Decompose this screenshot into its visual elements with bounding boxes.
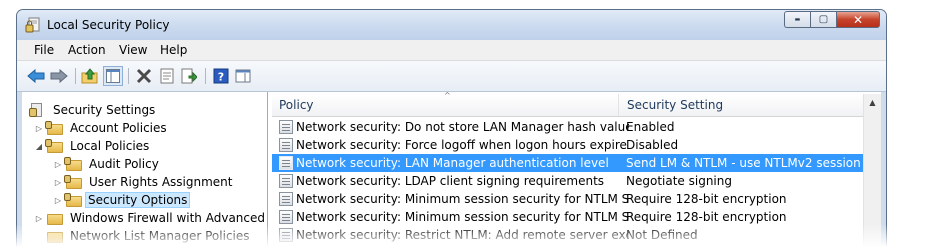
tree-item-label: Security Options — [85, 192, 191, 208]
menu-help[interactable]: Help — [160, 43, 187, 57]
security-setting-value: Require 128-bit encryption — [626, 192, 787, 206]
column-header-policy[interactable]: ^ Policy — [272, 92, 619, 116]
console-tree: Security Settings ▷ Account Policies ◢ L… — [22, 92, 268, 250]
policy-name: Network security: Restrict NTLM: Add rem… — [296, 228, 629, 242]
close-icon: ✕ — [852, 12, 864, 27]
table-row[interactable]: Network security: Minimum session securi… — [272, 208, 864, 226]
forward-arrow-icon[interactable] — [50, 67, 68, 85]
security-setting-value: Require 128-bit encryption — [626, 210, 787, 224]
menu-view[interactable]: View — [119, 43, 147, 57]
policy-icon — [279, 120, 293, 134]
tree-item-label: Account Policies — [70, 121, 167, 135]
toolbar-separator — [75, 68, 76, 84]
content-area: Security Settings ▷ Account Policies ◢ L… — [22, 92, 881, 250]
security-setting-value: Enabled — [626, 120, 675, 134]
tree-item-network-list-manager[interactable]: Network List Manager Policies — [34, 227, 254, 245]
expand-arrow-icon[interactable]: ▷ — [34, 124, 44, 133]
menu-bar: File Action View Help — [17, 40, 886, 61]
policy-name: Network security: LDAP client signing re… — [296, 174, 605, 188]
tree-item-label: Security Settings — [53, 103, 156, 117]
policy-icon — [279, 210, 293, 224]
policy-icon — [279, 192, 293, 206]
locked-folder-icon — [64, 156, 82, 171]
security-setting-value: Negotiate signing — [626, 174, 732, 188]
tree-item-security-settings[interactable]: Security Settings — [29, 101, 159, 119]
policy-name: Network security: Do not store LAN Manag… — [296, 120, 629, 134]
folder-icon — [47, 212, 63, 225]
policy-name: Network security: Force logoff when logo… — [296, 138, 627, 152]
policy-icon — [279, 174, 293, 188]
toolbar-separator — [128, 68, 129, 84]
table-row[interactable]: Network security: Do not store LAN Manag… — [272, 118, 864, 136]
table-row-selected[interactable]: Network security: LAN Manager authentica… — [272, 154, 864, 172]
expand-arrow-icon[interactable]: ▷ — [53, 178, 63, 187]
action-pane-icon[interactable] — [234, 67, 252, 85]
up-folder-icon[interactable] — [81, 67, 99, 85]
tree-item-label: User Rights Assignment — [89, 175, 233, 189]
delete-icon[interactable] — [135, 67, 153, 85]
policy-icon — [279, 138, 293, 152]
help-icon[interactable]: ? — [212, 67, 230, 85]
window-title: Local Security Policy — [47, 18, 170, 32]
security-setting-value: Send LM & NTLM - use NTLMv2 session sec — [626, 156, 864, 170]
tree-item-label: Local Policies — [70, 139, 150, 153]
tree-item-label: Network List Manager Policies — [70, 229, 250, 243]
security-settings-icon — [29, 102, 45, 118]
minimize-icon: ▬ — [794, 16, 801, 23]
show-hide-tree-icon[interactable] — [103, 66, 123, 86]
toolbar: ? — [17, 61, 886, 92]
column-header-label: Security Setting — [627, 98, 724, 112]
expand-arrow-icon[interactable]: ▷ — [53, 196, 63, 205]
properties-icon[interactable] — [158, 67, 176, 85]
table-row[interactable]: Network security: LDAP client signing re… — [272, 172, 864, 190]
window-controls: ▬ ▢ ✕ — [784, 11, 880, 29]
table-row[interactable]: Network security: Minimum session securi… — [272, 190, 864, 208]
folder-icon — [47, 230, 63, 243]
export-list-icon[interactable] — [180, 67, 198, 85]
svg-text:?: ? — [218, 71, 224, 84]
main-window: Local Security Policy ▬ ▢ ✕ File Action … — [16, 9, 887, 250]
minimize-button[interactable]: ▬ — [784, 11, 810, 28]
expand-arrow-icon[interactable]: ▷ — [34, 214, 44, 223]
maximize-icon: ▢ — [818, 14, 829, 25]
locked-folder-icon — [64, 174, 82, 189]
back-arrow-icon[interactable] — [27, 67, 45, 85]
locked-folder-icon — [45, 138, 63, 153]
policy-icon — [279, 228, 293, 242]
tree-item-user-rights-assignment[interactable]: ▷ User Rights Assignment — [53, 173, 236, 191]
tree-item-local-policies[interactable]: ◢ Local Policies — [34, 137, 153, 155]
column-header-label: Policy — [279, 98, 314, 112]
policy-name: Network security: LAN Manager authentica… — [296, 156, 609, 170]
sort-ascending-icon: ^ — [444, 92, 451, 100]
close-button[interactable]: ✕ — [836, 11, 880, 28]
policy-list: ^ Policy Security Setting Network securi… — [272, 92, 881, 250]
menu-action[interactable]: Action — [68, 43, 106, 57]
security-setting-value: Disabled — [626, 138, 679, 152]
menu-file[interactable]: File — [34, 43, 54, 57]
vertical-scrollbar[interactable]: ▲ — [863, 94, 881, 250]
table-row[interactable]: Network security: Restrict NTLM: Add rem… — [272, 226, 864, 244]
tree-item-security-options[interactable]: ▷ Security Options — [53, 191, 191, 209]
maximize-button[interactable]: ▢ — [810, 11, 836, 28]
list-header: ^ Policy Security Setting — [272, 92, 864, 117]
tree-item-audit-policy[interactable]: ▷ Audit Policy — [53, 155, 163, 173]
collapse-arrow-icon[interactable]: ◢ — [34, 142, 44, 151]
column-header-security-setting[interactable]: Security Setting — [620, 94, 864, 116]
policy-name: Network security: Minimum session securi… — [296, 192, 629, 206]
scroll-up-arrow-icon[interactable]: ▲ — [864, 94, 881, 111]
tree-item-label: Windows Firewall with Advanced Secu — [70, 211, 267, 225]
tree-item-windows-firewall[interactable]: ▷ Windows Firewall with Advanced Secu — [34, 209, 267, 227]
security-setting-value: Not Defined — [626, 228, 698, 242]
expand-arrow-icon[interactable]: ▷ — [53, 160, 63, 169]
table-row[interactable]: Network security: Force logoff when logo… — [272, 136, 864, 154]
tree-item-account-policies[interactable]: ▷ Account Policies — [34, 119, 171, 137]
security-policy-icon — [25, 17, 41, 33]
toolbar-separator — [205, 68, 206, 84]
title-bar[interactable]: Local Security Policy ▬ ▢ ✕ — [17, 10, 886, 40]
policy-name: Network security: Minimum session securi… — [296, 210, 629, 224]
tree-item-label: Audit Policy — [89, 157, 159, 171]
locked-folder-icon — [64, 192, 82, 207]
policy-icon — [279, 156, 293, 170]
locked-folder-icon — [45, 120, 63, 135]
